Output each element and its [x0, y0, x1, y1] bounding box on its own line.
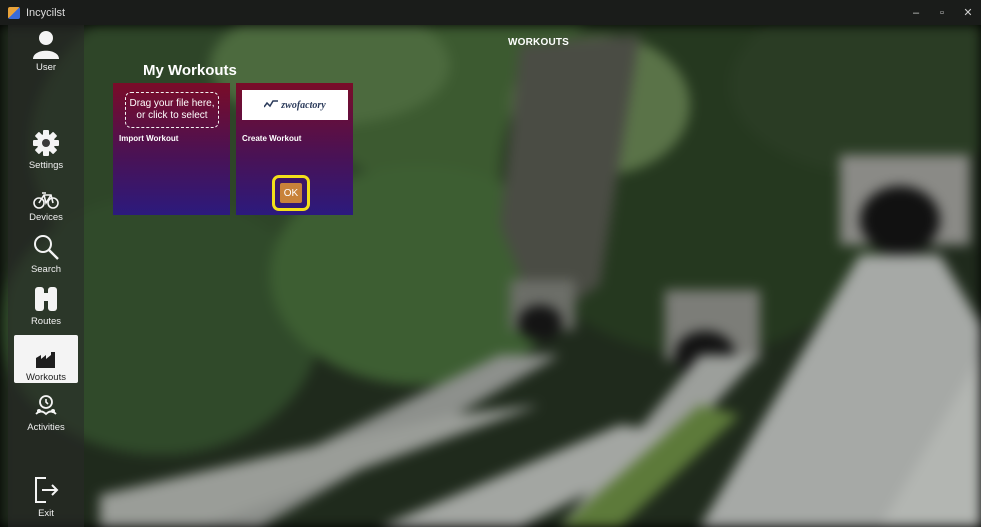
import-workout-card[interactable]: Drag your file here, or click to select …: [113, 83, 230, 215]
sidebar-item-exit[interactable]: Exit: [14, 471, 78, 519]
sidebar-item-label: Routes: [30, 316, 62, 327]
sidebar-item-activities[interactable]: Activities: [14, 385, 78, 433]
sidebar-item-label: Search: [30, 264, 62, 275]
file-drop-zone[interactable]: Drag your file here, or click to select: [125, 92, 219, 128]
create-workout-card[interactable]: zwofactory Create Workout OK: [236, 83, 353, 215]
zwofactory-logo: zwofactory: [242, 90, 348, 120]
card-label: Create Workout: [242, 134, 302, 143]
search-icon: [32, 233, 60, 261]
sidebar-item-devices[interactable]: Devices: [14, 175, 78, 223]
sidebar-item-routes[interactable]: Routes: [14, 279, 78, 327]
sidebar-item-label: User: [35, 62, 57, 73]
sidebar-item-user[interactable]: User: [14, 25, 78, 73]
page-title: WORKOUTS: [508, 37, 570, 48]
minimize-button[interactable]: –: [903, 0, 929, 25]
bicycle-icon: [33, 191, 59, 209]
window-controls: – ▫ ✕: [903, 0, 981, 25]
app-window: Incycilst – ▫ ✕ User Settings Devices Se…: [0, 0, 981, 527]
sidebar-item-label: Settings: [28, 160, 64, 171]
card-label: Import Workout: [119, 134, 179, 143]
sidebar-item-settings[interactable]: Settings: [14, 123, 78, 171]
sidebar-item-workouts[interactable]: Workouts: [14, 335, 78, 383]
sidebar-item-label: Exit: [38, 508, 54, 519]
activities-icon: [33, 393, 59, 419]
ok-highlight-frame: OK: [272, 175, 310, 211]
sidebar-item-search[interactable]: Search: [14, 227, 78, 275]
gear-icon: [32, 129, 60, 157]
app-logo-icon: [8, 6, 20, 19]
sidebar: User Settings Devices Search Routes Work…: [8, 25, 84, 527]
ok-button[interactable]: OK: [280, 183, 302, 203]
title-bar: Incycilst – ▫ ✕: [0, 0, 981, 25]
sidebar-item-label: Devices: [29, 212, 63, 223]
sidebar-item-label: Workouts: [26, 372, 66, 383]
window-title: Incycilst: [26, 6, 66, 19]
section-title: My Workouts: [143, 62, 237, 79]
zwofactory-wave-icon: [263, 99, 279, 111]
sidebar-item-label: Activities: [27, 422, 65, 433]
exit-icon: [32, 475, 60, 505]
user-icon: [31, 29, 61, 59]
zwofactory-logo-text: zwofactory: [281, 99, 326, 111]
maximize-button[interactable]: ▫: [929, 0, 955, 25]
factory-icon: [35, 351, 57, 369]
binoculars-icon: [33, 285, 59, 313]
close-button[interactable]: ✕: [955, 0, 981, 25]
